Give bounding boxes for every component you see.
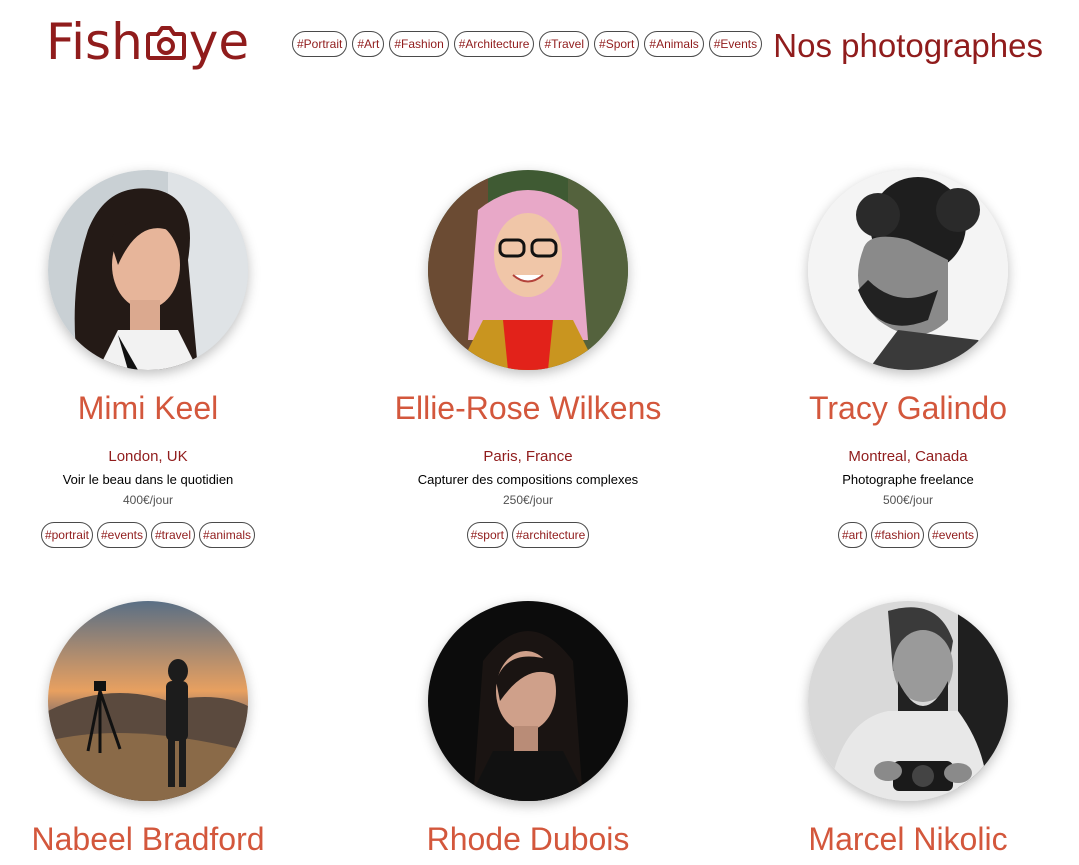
tag-animals[interactable]: #animals (199, 522, 256, 548)
photographer-tagline: Photographe freelance (842, 472, 974, 487)
photographer-card: Ellie-Rose Wilkens Paris, France Capture… (348, 170, 708, 548)
photographer-name: Rhode Dubois (426, 821, 630, 857)
photographer-card: Nabeel Bradford (0, 601, 328, 859)
nav-tag-sport[interactable]: #Sport (594, 31, 640, 57)
page: Fish ye #Portrait #Art #Fashion #Archite… (0, 0, 1079, 865)
photographer-link[interactable] (808, 170, 1008, 370)
photographer-tags: #portrait #events #travel #animals (40, 522, 256, 548)
tag-events[interactable]: #events (928, 522, 979, 548)
photographer-name: Nabeel Bradford (31, 821, 265, 857)
camera-icon (145, 26, 186, 60)
logo-text-right: ye (188, 13, 250, 71)
portrait-image (808, 170, 1008, 370)
nav-tag-art[interactable]: #Art (352, 31, 385, 57)
photographer-link[interactable] (808, 601, 1008, 801)
photographer-price: 250€/jour (502, 493, 554, 507)
photographer-card: Tracy Galindo Montreal, Canada Photograp… (728, 170, 1079, 548)
portrait-image (428, 170, 628, 370)
nav-tag-travel[interactable]: #Travel (539, 31, 590, 57)
portrait-image (48, 170, 248, 370)
photographer-link[interactable] (48, 170, 248, 370)
photographer-location: London, UK (108, 448, 188, 465)
photographer-tags: #art #fashion #events (837, 522, 979, 548)
photographer-tagline: Capturer des compositions complexes (417, 472, 639, 487)
portrait-image (808, 601, 1008, 801)
portrait-image (428, 601, 628, 801)
logo[interactable]: Fish ye (46, 14, 249, 70)
nav-tag-events[interactable]: #Events (708, 31, 763, 57)
photographer-card: Mimi Keel London, UK Voir le beau dans l… (0, 170, 328, 548)
photographer-tags: #sport #architecture (466, 522, 590, 548)
tag-travel[interactable]: #travel (151, 522, 196, 548)
photographer-price: 500€/jour (882, 493, 934, 507)
photographer-name: Ellie-Rose Wilkens (394, 390, 662, 426)
photographer-link[interactable] (428, 170, 628, 370)
photographer-name: Marcel Nikolic (808, 821, 1008, 857)
nav-tag-architecture[interactable]: #Architecture (453, 31, 535, 57)
photographer-card: Marcel Nikolic (728, 601, 1079, 859)
tag-events[interactable]: #events (96, 522, 147, 548)
portrait-image (48, 601, 248, 801)
photographer-link[interactable] (428, 601, 628, 801)
nav-tag-fashion[interactable]: #Fashion (389, 31, 449, 57)
photographer-price: 400€/jour (122, 493, 174, 507)
tag-architecture[interactable]: #architecture (511, 522, 590, 548)
tag-nav: #Portrait #Art #Fashion #Architecture #T… (292, 31, 763, 57)
tag-sport[interactable]: #sport (466, 522, 508, 548)
tag-art[interactable]: #art (837, 522, 867, 548)
page-title: Nos photographes (773, 27, 1043, 64)
photographer-name: Mimi Keel (77, 390, 219, 426)
logo-text-left: Fish (46, 13, 143, 71)
header: Fish ye #Portrait #Art #Fashion #Archite… (0, 0, 1079, 90)
tag-portrait[interactable]: #portrait (40, 522, 93, 548)
nav-tag-animals[interactable]: #Animals (644, 31, 704, 57)
nav-tag-portrait[interactable]: #Portrait (292, 31, 348, 57)
tag-fashion[interactable]: #fashion (870, 522, 925, 548)
photographer-name: Tracy Galindo (809, 390, 1007, 426)
photographer-tagline: Voir le beau dans le quotidien (62, 472, 234, 487)
photographer-card: Rhode Dubois (348, 601, 708, 859)
photographer-location: Paris, France (483, 448, 573, 465)
photographer-link[interactable] (48, 601, 248, 801)
photographer-location: Montreal, Canada (848, 448, 968, 465)
